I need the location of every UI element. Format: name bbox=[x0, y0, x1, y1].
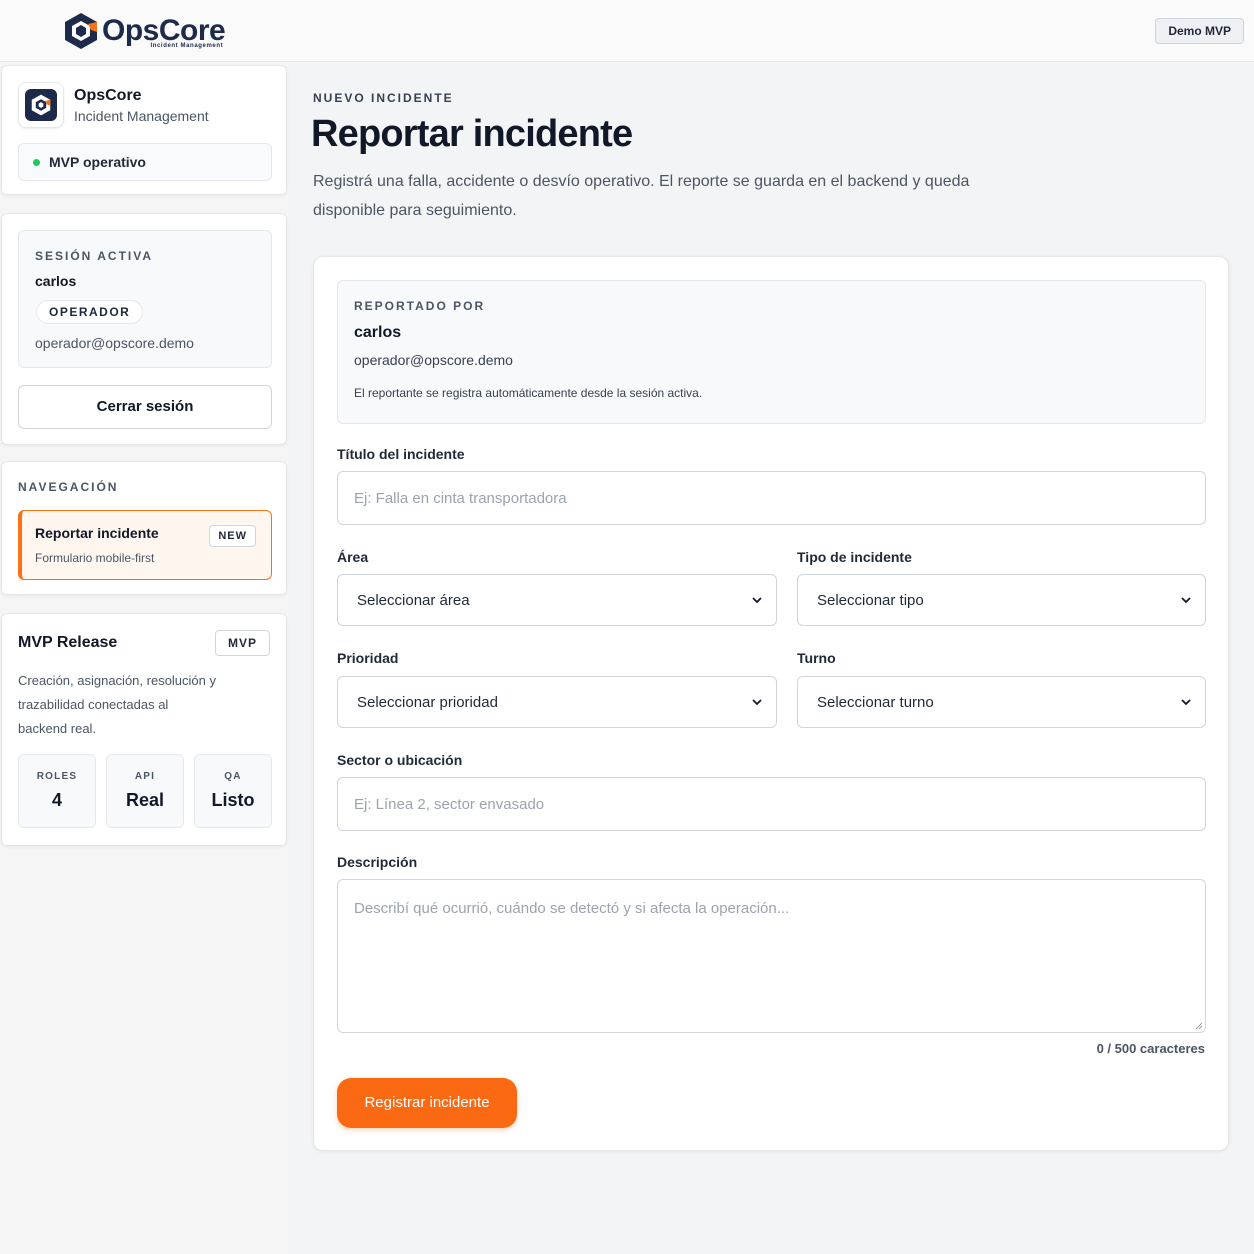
logout-button[interactable]: Cerrar sesión bbox=[18, 385, 272, 429]
sector-input-placeholder: Ej: Línea 2, sector envasado bbox=[354, 795, 545, 813]
sector-input[interactable]: Ej: Línea 2, sector envasado bbox=[337, 777, 1206, 831]
reporter-panel: REPORTADO POR carlos operador@opscore.de… bbox=[337, 280, 1206, 424]
page-eyebrow: NUEVO INCIDENTE bbox=[313, 91, 454, 105]
page-title: Reportar incidente bbox=[311, 113, 633, 155]
session-email: operador@opscore.demo bbox=[35, 335, 194, 351]
app-icon bbox=[18, 82, 64, 128]
stat-value: Listo bbox=[211, 790, 255, 810]
brand-subtitle: Incident Management bbox=[150, 43, 224, 49]
type-field-label: Tipo de incidente bbox=[797, 549, 912, 565]
session-info: SESIÓN ACTIVA carlos OPERADOR operador@o… bbox=[18, 230, 272, 368]
reporter-email: operador@opscore.demo bbox=[354, 352, 513, 368]
nav-item-title: Reportar incidente bbox=[35, 525, 159, 541]
brand-logo[interactable]: OpsCore Incident Management bbox=[64, 12, 226, 50]
reporter-name: carlos bbox=[354, 324, 402, 341]
shift-field-label: Turno bbox=[797, 650, 836, 666]
chevron-down-icon bbox=[752, 699, 762, 706]
type-select[interactable]: Seleccionar tipo bbox=[797, 574, 1206, 626]
release-title: MVP Release bbox=[18, 634, 118, 651]
shift-select[interactable]: Seleccionar turno bbox=[797, 676, 1206, 728]
description-textarea[interactable]: Describí qué ocurrió, cuándo se detectó … bbox=[337, 879, 1206, 1033]
area-select-value: Seleccionar área bbox=[357, 591, 470, 609]
app-subtitle: Incident Management bbox=[74, 107, 209, 124]
area-field-label: Área bbox=[337, 549, 369, 565]
stat-label: API bbox=[134, 771, 156, 782]
stat-api: API Real bbox=[106, 754, 184, 828]
new-badge: NEW bbox=[209, 525, 256, 547]
priority-select[interactable]: Seleccionar prioridad bbox=[337, 676, 777, 728]
opscore-logo-icon bbox=[65, 13, 97, 49]
shift-select-value: Seleccionar turno bbox=[817, 693, 934, 711]
release-card: MVP Release MVP Creación, asignación, re… bbox=[1, 613, 287, 846]
sector-field-label: Sector o ubicación bbox=[337, 752, 463, 768]
status-dot-icon bbox=[33, 158, 40, 166]
submit-incident-button[interactable]: Registrar incidente bbox=[337, 1078, 517, 1128]
role-badge: OPERADOR bbox=[36, 300, 144, 324]
stat-roles: ROLES 4 bbox=[18, 754, 96, 828]
release-description: Creación, asignación, resolución y traza… bbox=[18, 673, 216, 736]
mvp-badge: MVP bbox=[214, 630, 270, 656]
description-field-label: Descripción bbox=[337, 854, 418, 870]
priority-field-label: Prioridad bbox=[337, 650, 399, 666]
session-card: SESIÓN ACTIVA carlos OPERADOR operador@o… bbox=[1, 213, 287, 445]
top-bar: OpsCore Incident Management Demo MVP bbox=[0, 0, 1254, 62]
chevron-down-icon bbox=[1181, 699, 1191, 706]
title-input[interactable]: Ej: Falla en cinta transportadora bbox=[337, 471, 1206, 525]
nav-item-reportar-incidente[interactable]: Reportar incidente Formulario mobile-fir… bbox=[18, 510, 272, 580]
incident-form: REPORTADO POR carlos operador@opscore.de… bbox=[313, 256, 1229, 1151]
reporter-note: El reportante se registra automáticament… bbox=[354, 386, 703, 400]
char-counter: 0 / 500 caracteres bbox=[1096, 1041, 1205, 1056]
chevron-down-icon bbox=[1181, 597, 1191, 604]
type-select-value: Seleccionar tipo bbox=[817, 591, 924, 609]
session-user: carlos bbox=[35, 273, 77, 289]
main-content: NUEVO INCIDENTE Reportar incidente Regis… bbox=[289, 63, 1254, 1254]
status-badge: MVP operativo bbox=[18, 143, 272, 181]
app-card: OpsCore Incident Management MVP operativ… bbox=[1, 65, 287, 195]
title-input-placeholder: Ej: Falla en cinta transportadora bbox=[354, 489, 567, 507]
resize-grip-icon[interactable] bbox=[1193, 1020, 1203, 1030]
navigation-card: NAVEGACIÓN Reportar incidente Formulario… bbox=[1, 461, 287, 595]
demo-mvp-button[interactable]: Demo MVP bbox=[1155, 18, 1244, 44]
page-description: Registrá una falla, accidente o desvío o… bbox=[313, 173, 970, 219]
navigation-label: NAVEGACIÓN bbox=[18, 480, 119, 494]
session-label: SESIÓN ACTIVA bbox=[35, 249, 154, 263]
stat-value: 4 bbox=[51, 790, 62, 810]
stat-label: ROLES bbox=[36, 771, 78, 782]
nav-item-subtitle: Formulario mobile-first bbox=[35, 551, 155, 565]
reporter-label: REPORTADO POR bbox=[354, 299, 486, 313]
opscore-logo-icon bbox=[31, 94, 51, 116]
area-select[interactable]: Seleccionar área bbox=[337, 574, 777, 626]
sidebar: OpsCore Incident Management MVP operativ… bbox=[0, 63, 289, 1254]
stat-label: QA bbox=[224, 771, 242, 782]
stat-qa: QA Listo bbox=[194, 754, 272, 828]
chevron-down-icon bbox=[752, 597, 762, 604]
stat-value: Real bbox=[125, 790, 165, 810]
status-label: MVP operativo bbox=[49, 154, 146, 170]
app-name: OpsCore bbox=[74, 86, 142, 104]
title-field-label: Título del incidente bbox=[337, 446, 465, 462]
priority-select-value: Seleccionar prioridad bbox=[357, 693, 498, 711]
description-placeholder: Describí qué ocurrió, cuándo se detectó … bbox=[354, 900, 790, 917]
